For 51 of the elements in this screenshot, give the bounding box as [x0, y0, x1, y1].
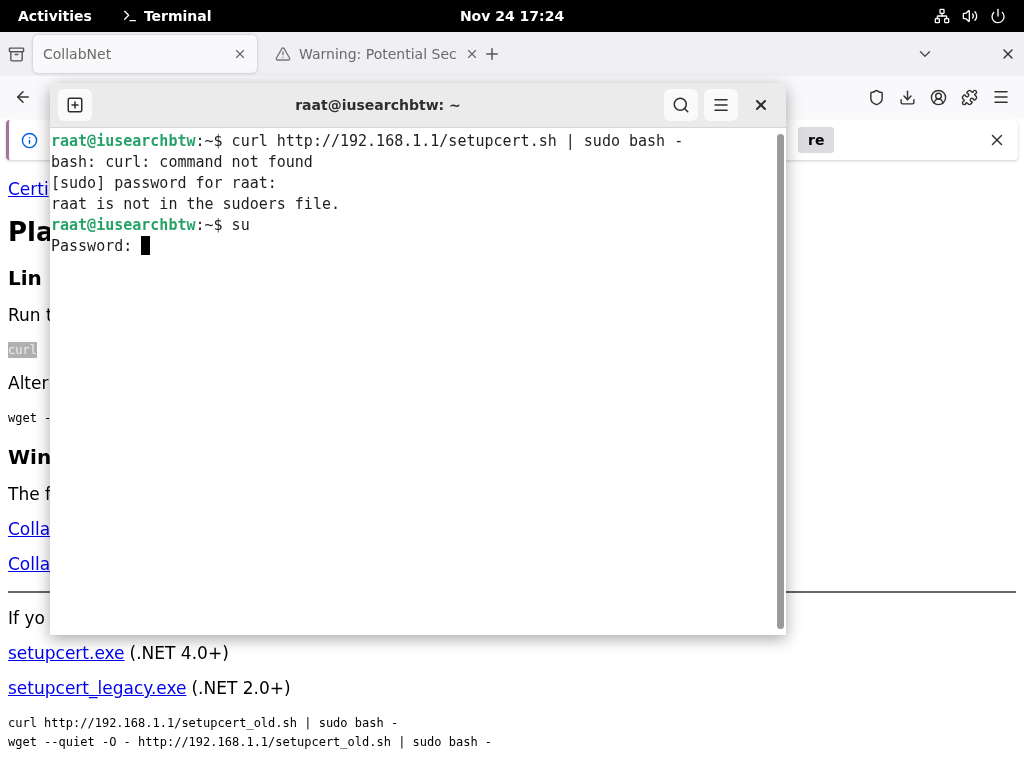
section-heading: Lin — [8, 266, 42, 290]
terminal-line: raat is not in the sudoers file. — [51, 194, 340, 213]
new-tab-button[interactable] — [58, 89, 92, 121]
volume-icon[interactable] — [962, 8, 978, 24]
search-button[interactable] — [664, 89, 698, 121]
account-icon[interactable] — [930, 88, 947, 106]
power-icon[interactable] — [990, 8, 1006, 24]
paragraph: Alter — [8, 373, 49, 393]
clock[interactable]: Nov 24 17:24 — [459, 8, 565, 24]
page-link[interactable]: Colla — [8, 554, 51, 574]
terminal-line: raat@iusearchbtw:~$ su — [51, 215, 250, 234]
page-link[interactable]: Certi — [8, 179, 49, 199]
paragraph: If yo — [8, 608, 45, 628]
app-menu[interactable]: Terminal — [143, 8, 212, 24]
network-icon[interactable] — [934, 8, 950, 24]
menu-button[interactable] — [704, 89, 738, 121]
close-icon — [753, 97, 769, 113]
browser-tab[interactable]: CollabNet — [33, 35, 257, 73]
terminal-line: raat@iusearchbtw:~$ curl http://192.168.1.1/setupcert.sh | sudo bash - — [51, 131, 684, 150]
shield-icon[interactable] — [868, 88, 885, 106]
code-line: wget --quiet -O - http://192.168.1.1/setupcert_old.sh | sudo bash - — [8, 734, 493, 750]
menu-icon — [712, 96, 730, 114]
version-note: (.NET 4.0+) — [129, 643, 229, 663]
new-tab-icon[interactable] — [483, 45, 501, 63]
puzzle-icon[interactable] — [961, 88, 978, 106]
menu-icon[interactable] — [992, 88, 1010, 106]
browser-tab[interactable]: Warning: Potential Sec — [265, 35, 475, 73]
section-heading: Win — [8, 445, 52, 469]
tab-list-icon[interactable] — [8, 45, 25, 63]
download-icon[interactable] — [899, 88, 916, 106]
info-bar-button[interactable]: re — [798, 127, 835, 153]
terminal-line: Password: — [51, 236, 134, 255]
terminal-icon — [121, 8, 138, 24]
version-note: (.NET 2.0+) — [191, 678, 291, 698]
scrollbar[interactable] — [776, 134, 784, 629]
activities-button[interactable]: Activities — [18, 8, 92, 24]
close-icon[interactable] — [233, 47, 247, 61]
download-link[interactable]: setupcert_legacy.exe — [8, 678, 187, 698]
search-icon — [672, 96, 690, 114]
download-link[interactable]: setupcert.exe — [8, 643, 125, 663]
terminal-line: bash: curl: command not found — [51, 152, 313, 171]
plus-square-icon — [66, 96, 84, 114]
window-title: raat@iusearchbtw: ~ — [294, 97, 462, 113]
code-line: curl http://192.168.1.1/setupcert_old.sh | sudo bash - — [8, 715, 400, 731]
code-snippet: curl — [8, 342, 37, 358]
code-snippet: wget - — [8, 410, 52, 426]
warning-icon — [275, 46, 291, 62]
back-icon[interactable] — [14, 88, 32, 106]
page-link[interactable]: Colla — [8, 519, 51, 539]
info-icon — [21, 131, 38, 149]
terminal-line: [sudo] password for raat: — [51, 173, 277, 192]
